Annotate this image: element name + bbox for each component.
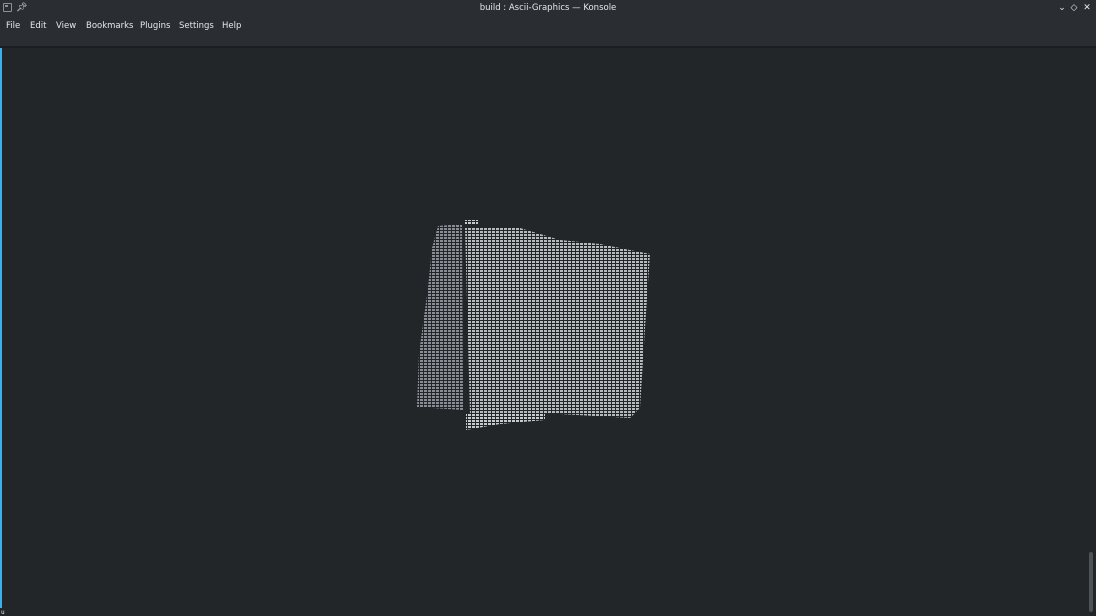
konsole-window: 📌︎ build : Ascii-Graphics — Konsole ⌄ ◇ … [0, 0, 1096, 616]
minimize-icon[interactable]: ⌄ [1056, 0, 1068, 16]
window-title: build : Ascii-Graphics — Konsole [479, 3, 617, 13]
terminal-area[interactable]: u [0, 48, 1096, 616]
menu-help[interactable]: Help [222, 20, 241, 32]
titlebar: 📌︎ build : Ascii-Graphics — Konsole ⌄ ◇ … [0, 0, 1096, 16]
menu-edit[interactable]: Edit [30, 20, 46, 32]
menu-file[interactable]: File [6, 20, 20, 32]
menu-view[interactable]: View [56, 20, 76, 32]
scrollbar-thumb[interactable] [1089, 552, 1093, 612]
menu-bookmarks[interactable]: Bookmarks [86, 20, 134, 32]
terminal-cursor: u [1, 609, 5, 616]
ascii-cube-top [465, 220, 478, 224]
ascii-render [417, 220, 650, 430]
ascii-cube-front-face [465, 228, 650, 418]
menubar: File Edit View Bookmarks Plugins Setting… [0, 16, 1096, 46]
ascii-cube-bottom [466, 414, 545, 430]
close-icon[interactable]: ✕ [1081, 0, 1093, 16]
maximize-icon[interactable]: ◇ [1068, 0, 1080, 16]
menu-settings[interactable]: Settings [179, 20, 214, 32]
ascii-cube-left-face [417, 224, 463, 410]
menu-plugins[interactable]: Plugins [140, 20, 170, 32]
scrollbar[interactable] [1088, 48, 1094, 616]
